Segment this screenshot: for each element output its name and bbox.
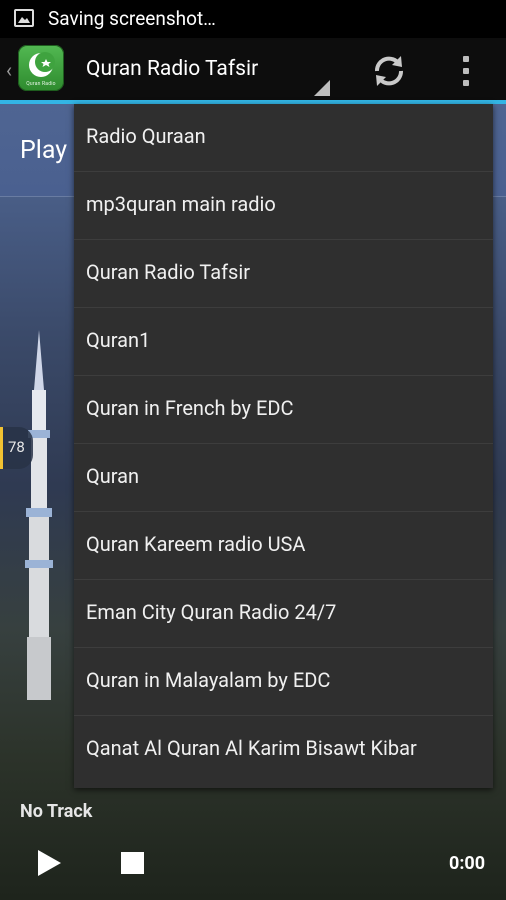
dropdown-item[interactable]: Quran Radio Tafsir xyxy=(74,240,493,308)
dropdown-item[interactable]: Radio Quraan xyxy=(74,104,493,172)
status-notification-text: Saving screenshot… xyxy=(48,7,216,30)
stop-icon[interactable] xyxy=(121,852,144,874)
dropdown-item[interactable]: Quran xyxy=(74,444,493,512)
image-icon xyxy=(14,9,34,27)
station-dropdown: Radio Quraan mp3quran main radio Quran R… xyxy=(74,104,493,788)
dropdown-item[interactable]: Quran1 xyxy=(74,308,493,376)
dropdown-item[interactable]: Quran Kareem radio USA xyxy=(74,512,493,580)
status-bar: Saving screenshot… xyxy=(0,0,506,38)
dropdown-item[interactable]: Qanat Al Quran Al Karim Bisawt Kibar xyxy=(74,716,493,784)
dropdown-item[interactable]: Quran in French by EDC xyxy=(74,376,493,444)
up-chevron-icon[interactable]: ‹ xyxy=(6,58,12,82)
dropdown-item[interactable]: mp3quran main radio xyxy=(74,172,493,240)
dropdown-item[interactable]: Eman City Quran Radio 24/7 xyxy=(74,580,493,648)
dropdown-item[interactable]: Quran in Malayalam by EDC xyxy=(74,648,493,716)
overflow-menu-icon[interactable] xyxy=(456,52,476,90)
minaret-illustration xyxy=(25,330,53,700)
elapsed-time: 0:00 xyxy=(449,853,486,874)
spinner-arrow-icon[interactable] xyxy=(314,80,330,96)
track-number: 78 xyxy=(8,438,25,456)
play-label[interactable]: Play xyxy=(20,136,67,165)
app-logo-text: Quran Radio xyxy=(26,81,56,87)
station-spinner[interactable]: Quran Radio Tafsir xyxy=(86,57,258,81)
track-status: No Track xyxy=(20,801,93,822)
app-logo-icon[interactable]: Quran Radio xyxy=(18,45,64,91)
play-icon[interactable] xyxy=(36,849,62,877)
track-number-indicator[interactable]: 78 xyxy=(0,427,33,469)
refresh-icon[interactable] xyxy=(370,52,408,90)
